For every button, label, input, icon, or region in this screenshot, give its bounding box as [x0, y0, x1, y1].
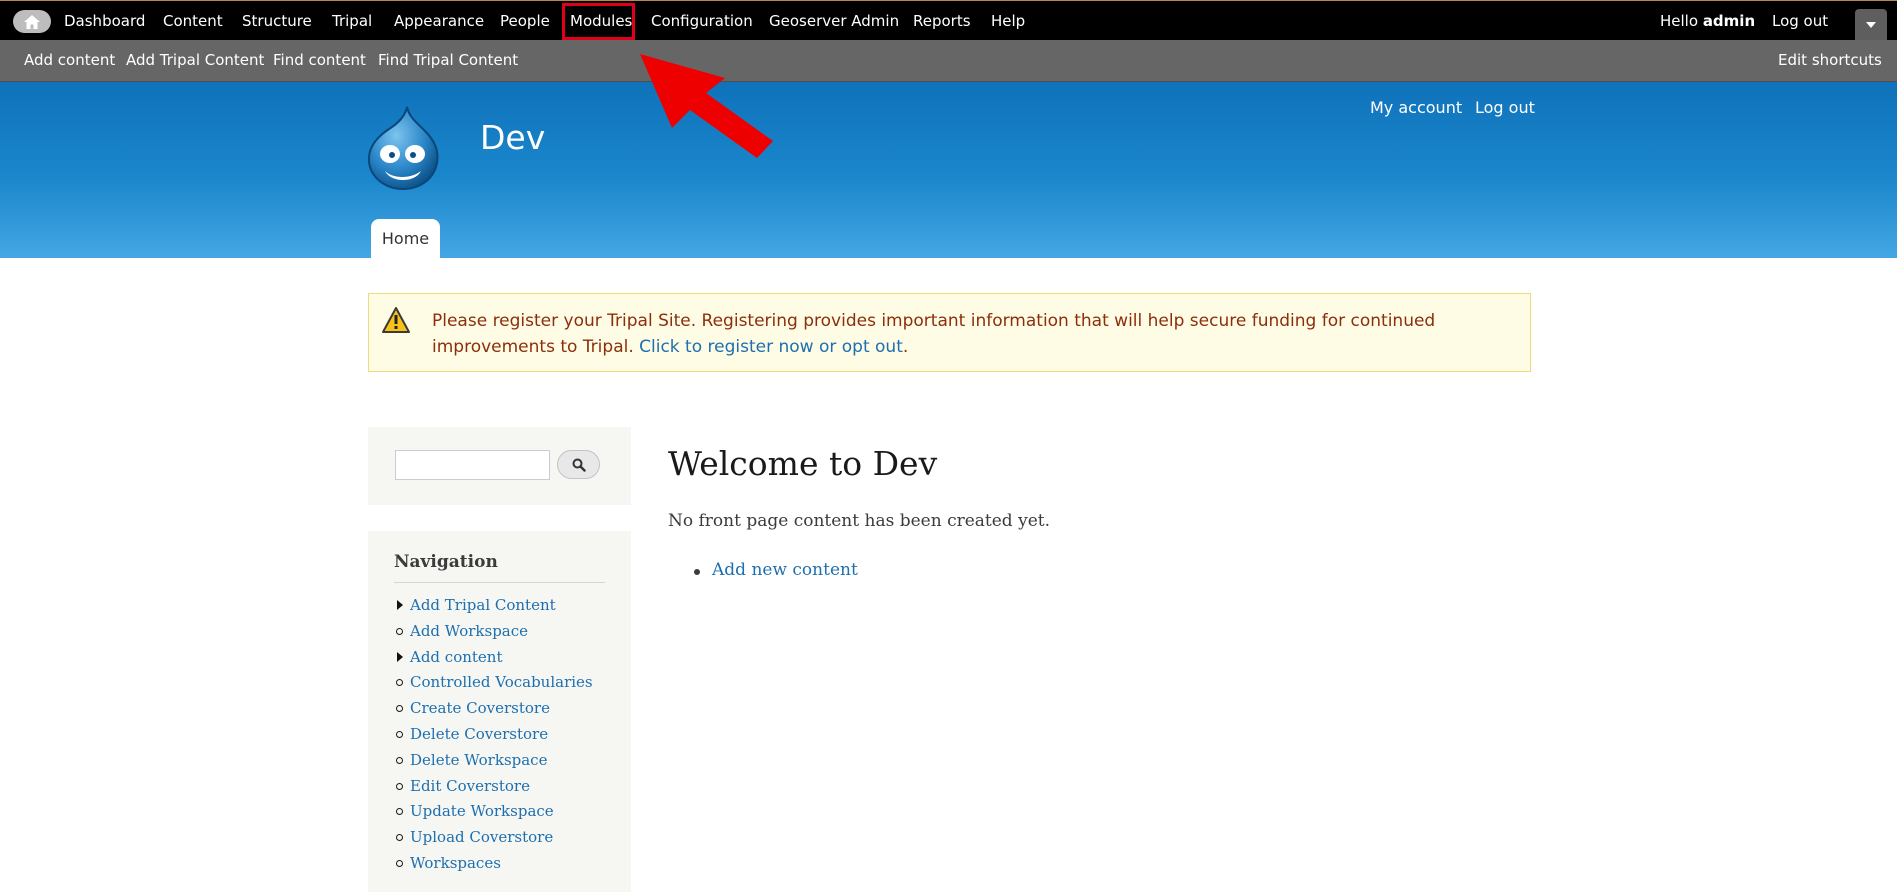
toolbar-item-tripal[interactable]: Tripal [332, 1, 372, 41]
nav-item-create-coverstore: Create Coverstore [394, 698, 624, 724]
nav-item-edit-coverstore: Edit Coverstore [394, 776, 624, 802]
site-name[interactable]: Dev [480, 118, 545, 157]
modules-highlight-box [562, 3, 635, 40]
circle-bullet-icon [396, 859, 403, 867]
toolbar-item-appearance[interactable]: Appearance [394, 1, 484, 41]
warning-body: Please register your Tripal Site. Regist… [432, 311, 1436, 357]
nav-item-update-workspace: Update Workspace [394, 801, 624, 827]
edit-shortcuts-link[interactable]: Edit shortcuts [1778, 40, 1882, 81]
toolbar-item-structure[interactable]: Structure [242, 1, 312, 41]
nav-item-add-workspace: Add Workspace [394, 621, 624, 647]
add-new-content-link[interactable]: Add new content [712, 560, 858, 580]
circle-bullet-icon [396, 834, 403, 842]
page-title: Welcome to Dev [668, 444, 938, 483]
shortcuts-bar: Add content Add Tripal Content Find cont… [0, 40, 1897, 82]
warning-text: Please register your Tripal Site. Regist… [432, 308, 1512, 360]
navigation-title: Navigation [394, 552, 605, 583]
warning-suffix: . [902, 337, 909, 357]
nav-item-add-content: Add content [394, 647, 624, 673]
register-warning-message: Please register your Tripal Site. Regist… [368, 293, 1531, 372]
home-icon [24, 14, 40, 29]
search-input[interactable] [395, 450, 550, 480]
nav-link[interactable]: Controlled Vocabularies [410, 673, 593, 691]
search-button[interactable] [557, 450, 600, 479]
greeting-prefix: Hello [1660, 12, 1699, 30]
toolbar-item-configuration[interactable]: Configuration [651, 1, 753, 41]
list-item: Add new content [694, 560, 858, 580]
expand-triangle-icon [397, 651, 403, 662]
nav-link[interactable]: Workspaces [410, 854, 501, 872]
empty-front-page-text: No front page content has been created y… [668, 511, 1050, 531]
nav-link[interactable]: Delete Coverstore [410, 725, 548, 743]
shortcut-find-tripal-content[interactable]: Find Tripal Content [378, 40, 518, 81]
shortcut-find-content[interactable]: Find content [273, 40, 366, 81]
register-link[interactable]: Click to register now or opt out [639, 337, 903, 357]
nav-link[interactable]: Edit Coverstore [410, 777, 530, 795]
circle-bullet-icon [396, 808, 403, 816]
nav-item-delete-workspace: Delete Workspace [394, 750, 624, 776]
disc-bullet-icon [694, 569, 700, 575]
nav-item-add-tripal-content: Add Tripal Content [394, 595, 624, 621]
expand-triangle-icon [397, 600, 403, 610]
nav-link[interactable]: Add content [410, 648, 503, 666]
circle-bullet-icon [396, 730, 403, 738]
navigation-list: Add Tripal Content Add Workspace Add con… [394, 595, 624, 879]
toolbar-item-geoserver-admin[interactable]: Geoserver Admin [769, 1, 899, 41]
toolbar-drawer-toggle[interactable] [1855, 9, 1887, 41]
toolbar-item-people[interactable]: People [500, 1, 550, 41]
nav-item-delete-coverstore: Delete Coverstore [394, 724, 624, 750]
circle-bullet-icon [396, 756, 403, 764]
home-button[interactable] [13, 10, 51, 33]
navigation-block: Navigation Add Tripal Content Add Worksp… [368, 531, 631, 892]
shortcut-add-content[interactable]: Add content [24, 40, 115, 81]
search-icon [572, 458, 586, 472]
nav-link[interactable]: Add Tripal Content [410, 596, 556, 614]
warning-triangle-icon [382, 307, 410, 333]
main-links-list: Add new content [694, 560, 858, 580]
toolbar-item-dashboard[interactable]: Dashboard [64, 1, 145, 41]
admin-toolbar: Dashboard Content Structure Tripal Appea… [0, 0, 1897, 41]
nav-link[interactable]: Update Workspace [410, 802, 554, 820]
toolbar-logout-link[interactable]: Log out [1772, 1, 1828, 41]
nav-link[interactable]: Create Coverstore [410, 699, 550, 717]
circle-bullet-icon [396, 627, 403, 635]
nav-link[interactable]: Add Workspace [410, 622, 528, 640]
drupal-drop-logo[interactable] [365, 105, 441, 191]
nav-item-controlled-vocabularies: Controlled Vocabularies [394, 672, 624, 698]
greeting-username: admin [1702, 12, 1756, 30]
nav-item-upload-coverstore: Upload Coverstore [394, 827, 624, 853]
nav-item-workspaces: Workspaces [394, 853, 624, 879]
my-account-link[interactable]: My account [1370, 98, 1462, 117]
greeting: Hello admin [1660, 1, 1755, 41]
toolbar-item-content[interactable]: Content [163, 1, 223, 41]
nav-link[interactable]: Upload Coverstore [410, 828, 553, 846]
toolbar-item-reports[interactable]: Reports [913, 1, 971, 41]
circle-bullet-icon [396, 705, 403, 713]
tab-home[interactable]: Home [371, 219, 440, 258]
shortcut-add-tripal-content[interactable]: Add Tripal Content [126, 40, 264, 81]
search-block [368, 427, 631, 505]
header-logout-link[interactable]: Log out [1475, 98, 1535, 117]
circle-bullet-icon [396, 679, 403, 687]
chevron-down-icon [1866, 22, 1876, 28]
toolbar-item-help[interactable]: Help [991, 1, 1025, 41]
site-header [0, 82, 1897, 258]
nav-link[interactable]: Delete Workspace [410, 751, 547, 769]
circle-bullet-icon [396, 782, 403, 790]
